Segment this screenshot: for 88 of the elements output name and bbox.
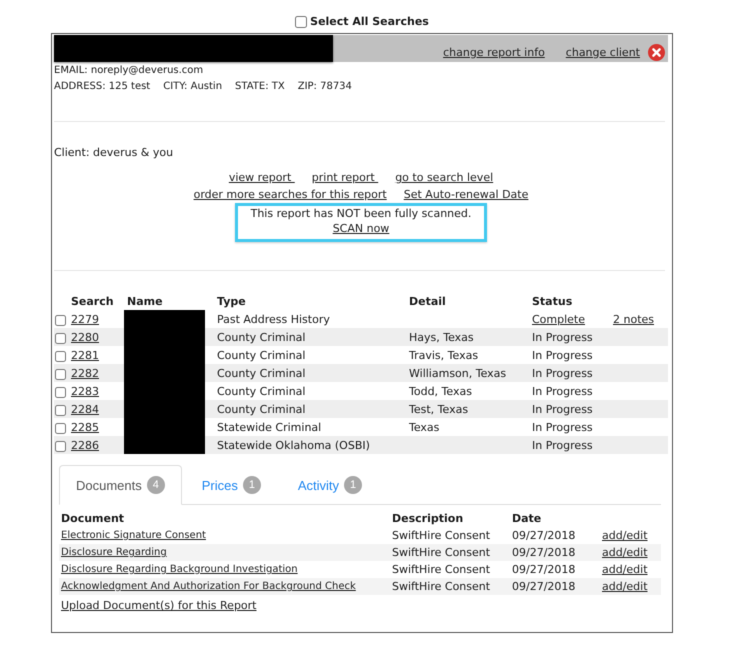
- client-text: Client: deverus & you: [54, 146, 174, 159]
- search-detail-text: Travis, Texas: [409, 348, 478, 362]
- action-link[interactable]: view report: [228, 169, 295, 186]
- description-text: SwiftHire Consent: [392, 546, 490, 559]
- search-type-text: County Criminal: [217, 348, 306, 362]
- status-text: In Progress: [532, 348, 593, 362]
- column-header: Name: [127, 294, 163, 308]
- search-number-link[interactable]: 2282: [71, 366, 99, 380]
- address-text: ADDRESS: 125 test: [54, 80, 150, 94]
- row-checkbox[interactable]: [55, 405, 66, 416]
- status-text: In Progress: [532, 438, 593, 452]
- status-text: In Progress: [532, 330, 593, 344]
- row-checkbox[interactable]: [55, 441, 66, 452]
- column-header: Type: [217, 294, 246, 308]
- close-icon[interactable]: [648, 44, 665, 61]
- add-edit-link[interactable]: add/edit: [602, 546, 648, 559]
- action-link[interactable]: order more searches for this report: [194, 186, 387, 203]
- count-badge: 1: [242, 476, 261, 494]
- status-text: In Progress: [532, 384, 593, 398]
- address-text: ZIP: 78734: [298, 80, 352, 94]
- header-link[interactable]: change report info: [443, 44, 545, 60]
- header-link[interactable]: change client: [566, 44, 640, 60]
- tab[interactable]: Activity 1: [280, 465, 380, 505]
- date-text: 09/27/2018: [512, 546, 576, 559]
- search-type-text: County Criminal: [217, 366, 306, 380]
- search-detail-text: Texas: [409, 420, 440, 434]
- search-type-text: Statewide Oklahoma (OSBI): [217, 438, 370, 452]
- document-link[interactable]: Electronic Signature Consent: [61, 530, 206, 541]
- column-header: Status: [532, 294, 572, 308]
- row-checkbox[interactable]: [55, 387, 66, 398]
- column-header: Date: [512, 512, 542, 525]
- scan-notice-message: This report has NOT been fully scanned.: [250, 206, 472, 221]
- search-detail-text: Williamson, Texas: [409, 366, 506, 380]
- address-text: CITY: Austin: [163, 80, 222, 94]
- status-text: In Progress: [532, 402, 593, 416]
- row-checkbox[interactable]: [55, 333, 66, 344]
- count-badge: 4: [146, 476, 165, 494]
- status-text: In Progress: [532, 366, 593, 380]
- description-text: SwiftHire Consent: [392, 563, 490, 576]
- document-link[interactable]: Acknowledgment And Authorization For Background Check: [61, 581, 356, 592]
- search-number-link[interactable]: 2284: [71, 402, 99, 416]
- column-header: Document: [61, 512, 124, 525]
- row-checkbox[interactable]: [55, 351, 66, 362]
- upload-link[interactable]: Upload Document(s) for this Report: [61, 599, 256, 612]
- add-edit-link[interactable]: add/edit: [602, 529, 648, 542]
- status-text: In Progress: [532, 420, 593, 434]
- document-link[interactable]: Disclosure Regarding Background Investigation: [61, 564, 298, 575]
- search-type-text: Statewide Criminal: [217, 420, 322, 434]
- search-number-link[interactable]: 2286: [71, 438, 99, 452]
- search-number-link[interactable]: 2279: [71, 312, 99, 326]
- date-text: 09/27/2018: [512, 580, 576, 593]
- add-edit-link[interactable]: add/edit: [602, 580, 648, 593]
- address-text: STATE: TX: [235, 80, 285, 94]
- search-detail-text: Test, Texas: [409, 402, 468, 416]
- count-badge: 1: [344, 476, 362, 494]
- search-type-text: Past Address History: [217, 312, 330, 326]
- search-detail-text: Hays, Texas: [409, 330, 474, 344]
- description-text: SwiftHire Consent: [392, 529, 490, 542]
- select-all-checkbox[interactable]: [295, 16, 308, 28]
- search-type-text: County Criminal: [217, 330, 306, 344]
- search-number-link[interactable]: 2280: [71, 330, 99, 344]
- action-link[interactable]: Set Auto-renewal Date: [404, 186, 528, 203]
- tab[interactable]: Documents 4: [59, 465, 182, 505]
- action-link[interactable]: go to search level: [395, 169, 494, 186]
- date-text: 09/27/2018: [512, 563, 576, 576]
- column-header: Search: [71, 294, 114, 308]
- search-type-text: County Criminal: [217, 384, 306, 398]
- scan-now-link[interactable]: SCAN now: [332, 221, 390, 236]
- search-number-link[interactable]: 2281: [71, 348, 99, 362]
- document-link[interactable]: Disclosure Regarding: [61, 547, 167, 558]
- search-number-link[interactable]: 2285: [71, 420, 99, 434]
- column-header: Detail: [409, 294, 446, 308]
- notes-link[interactable]: 2 notes: [613, 312, 654, 326]
- row-checkbox[interactable]: [55, 315, 66, 326]
- row-checkbox[interactable]: [55, 369, 66, 380]
- status-link[interactable]: Complete: [532, 312, 586, 326]
- date-text: 09/27/2018: [512, 529, 576, 542]
- action-link[interactable]: print report: [312, 169, 378, 186]
- description-text: SwiftHire Consent: [392, 580, 490, 593]
- search-number-link[interactable]: 2283: [71, 384, 99, 398]
- add-edit-link[interactable]: add/edit: [602, 563, 648, 576]
- email-text: EMAIL: noreply@deverus.com: [54, 65, 204, 76]
- tab[interactable]: Prices 1: [184, 465, 278, 505]
- select-all-label: Select All Searches: [310, 14, 429, 30]
- search-detail-text: Todd, Texas: [409, 384, 472, 398]
- search-type-text: County Criminal: [217, 402, 306, 416]
- row-checkbox[interactable]: [55, 423, 66, 434]
- column-header: Description: [392, 512, 464, 525]
